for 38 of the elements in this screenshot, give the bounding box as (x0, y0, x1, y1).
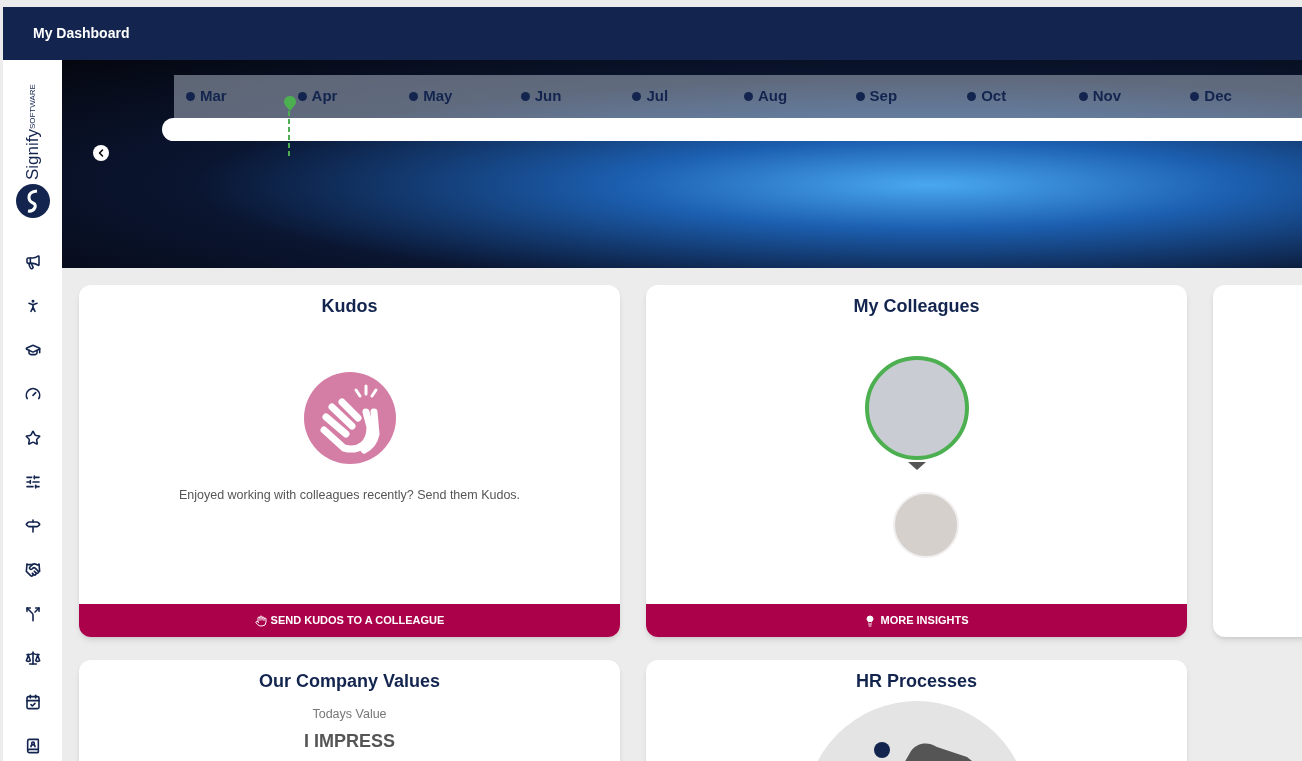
month-label[interactable]: May (409, 85, 521, 108)
clapping-hand-icon (254, 614, 267, 627)
month-label[interactable]: Sep (855, 85, 968, 108)
calendar-check-icon[interactable] (24, 694, 41, 711)
previous-button[interactable] (93, 145, 109, 161)
card-title: Kudos (320, 295, 379, 318)
megaphone-icon[interactable] (24, 254, 41, 271)
card-title: Our Company Values (257, 670, 442, 693)
card-title: HR Processes (854, 670, 979, 693)
card-action-button[interactable]: MORE INSIGHTS (646, 604, 1187, 637)
signpost-icon[interactable] (24, 518, 41, 535)
month-label[interactable]: Dec (1190, 85, 1302, 108)
logo-mark-icon (15, 184, 50, 219)
star-icon[interactable] (24, 430, 41, 447)
scale-icon[interactable] (24, 650, 41, 667)
reader-icon[interactable] (24, 738, 41, 755)
split-arrow-icon[interactable] (24, 606, 41, 623)
month-label[interactable]: Aug (743, 85, 856, 108)
card-action-button[interactable]: SEND KUDOS TO A COLLEAGUE (79, 604, 620, 637)
month-label[interactable]: Jun (520, 85, 633, 108)
month-label[interactable]: Mar (186, 85, 298, 108)
sliders-icon[interactable] (24, 474, 41, 491)
waving-hand-icon (303, 372, 396, 464)
value-name: I IMPRESS (304, 729, 395, 753)
month-label[interactable]: Jul (632, 85, 744, 108)
month-label[interactable]: Apr (297, 85, 410, 108)
month-label[interactable]: Oct (967, 85, 1079, 108)
logo[interactable]: SignifySOFTWARE (15, 84, 50, 219)
page-title: My Dashboard (33, 24, 130, 43)
kudos-message: Enjoyed working with colleagues recently? Send them Kudos. (178, 487, 521, 504)
month-label[interactable]: Nov (1078, 85, 1191, 108)
card-title: My Colleagues (852, 295, 981, 318)
value-caption: Todays Value (312, 706, 387, 723)
timeline-marker[interactable] (284, 96, 296, 156)
handshake-icon[interactable] (24, 562, 41, 579)
lightbulb-icon (864, 614, 877, 627)
logo-tagline: SOFTWARE (28, 84, 37, 130)
logo-name: Signify (24, 129, 41, 181)
